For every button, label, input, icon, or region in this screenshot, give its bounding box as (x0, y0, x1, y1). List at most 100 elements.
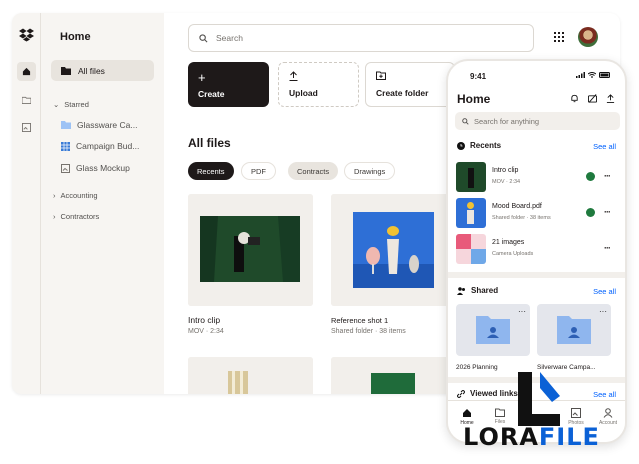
create-button[interactable]: + Create (188, 62, 269, 107)
sidebar-item-glass-mockup[interactable]: Glass Mockup (61, 163, 130, 173)
image-thumbnail (188, 357, 313, 394)
folder-icon (61, 121, 71, 129)
see-all-links-link[interactable]: See all (593, 390, 616, 399)
section-divider (448, 377, 625, 383)
filter-pdf[interactable]: PDF (241, 162, 276, 180)
mobile-search-input[interactable]: Search for anything (455, 112, 620, 130)
upload-label: Upload (289, 88, 318, 98)
shared-folder-name: Silverware Campa... (537, 364, 596, 371)
sidebar-item-glassware[interactable]: Glassware Ca... (61, 120, 137, 130)
account-icon (603, 408, 613, 418)
photos-icon (571, 408, 581, 418)
list-item[interactable]: Mood Board.pdf Shared folder · 38 items … (456, 198, 621, 228)
mobile-header-actions (570, 94, 615, 103)
filter-contracts[interactable]: Contracts (288, 162, 339, 180)
rail-home-icon[interactable] (17, 62, 36, 81)
app-grid-icon[interactable] (554, 32, 564, 42)
chevron-right-icon: › (53, 212, 56, 221)
pdf-thumbnail (456, 198, 486, 228)
synced-check-icon (586, 172, 595, 181)
create-label: Create (198, 89, 225, 99)
sidebar-title: Home (60, 31, 91, 43)
shared-folder-icon: ··· (557, 307, 607, 344)
see-all-recents-link[interactable]: See all (593, 142, 616, 151)
image-thumbnail (331, 194, 456, 306)
section-viewed-links: Viewed links (457, 389, 518, 398)
sidebar-item-campaign[interactable]: Campaign Bud... (61, 141, 139, 151)
image-thumbnail (331, 357, 456, 394)
page-title: All files (188, 136, 231, 150)
svg-text:···: ··· (518, 307, 526, 316)
more-options-icon[interactable]: ··· (604, 171, 611, 181)
file-name[interactable]: Intro clip (188, 315, 220, 325)
avatar[interactable] (578, 27, 598, 47)
file-meta: Shared folder · 38 items (331, 328, 406, 335)
upload-icon[interactable] (606, 94, 615, 103)
sidebar-item-label: Glassware Ca... (77, 120, 138, 130)
chevron-down-icon: ⌄ (53, 100, 60, 109)
search-input[interactable]: Search (188, 24, 534, 52)
section-shared: Shared (457, 286, 498, 295)
people-icon (457, 286, 465, 295)
sidebar-item-label: Campaign Bud... (76, 141, 140, 151)
spreadsheet-icon (61, 141, 70, 151)
file-card-reference-shot[interactable] (331, 194, 456, 306)
shared-folder-icon: ··· (476, 307, 526, 344)
synced-check-icon (586, 208, 595, 217)
svg-text:···: ··· (599, 307, 607, 316)
list-item-meta: MOV · 2:34 (492, 179, 521, 185)
icon-rail (12, 13, 41, 394)
mobile-app-frame: 9:41 Home Search for anything Recents Se… (446, 59, 627, 444)
home-icon (463, 409, 471, 417)
upload-button[interactable]: Upload (278, 62, 359, 107)
file-name[interactable]: Reference shot 1 (331, 316, 388, 325)
file-card-partial[interactable] (188, 357, 313, 394)
shared-folder-card[interactable]: ··· (537, 304, 611, 356)
bell-icon[interactable] (570, 94, 579, 103)
dropbox-logo-icon[interactable] (19, 28, 34, 42)
list-item-name: 21 images (492, 239, 525, 246)
list-item[interactable]: 21 images Camera Uploads ··· (456, 234, 621, 264)
file-card-partial[interactable] (331, 357, 456, 394)
rail-folder-icon[interactable] (17, 90, 36, 109)
upload-icon (289, 71, 298, 81)
section-recents: Recents (457, 141, 501, 150)
sidebar-section-contractors[interactable]: › Contractors (53, 212, 99, 221)
folder-plus-icon (376, 71, 386, 80)
file-card-intro-clip[interactable] (188, 194, 313, 306)
filter-recents[interactable]: Recents (188, 162, 234, 180)
clock-icon (457, 141, 465, 150)
sidebar-section-starred[interactable]: ⌄ Starred (53, 100, 89, 109)
filter-drawings[interactable]: Drawings (344, 162, 396, 180)
list-item-meta: Camera Uploads (492, 251, 534, 257)
watermark-part2: FILE (538, 423, 600, 451)
rail-photos-icon[interactable] (17, 118, 36, 137)
sidebar-item-label: Glass Mockup (76, 163, 130, 173)
camera-off-icon[interactable] (588, 94, 597, 103)
link-icon (457, 389, 465, 398)
list-item-meta: Shared folder · 38 items (492, 215, 551, 221)
more-options-icon[interactable]: ··· (604, 207, 611, 217)
see-all-shared-link[interactable]: See all (593, 287, 616, 296)
section-divider (448, 272, 625, 278)
sidebar-section-accounting[interactable]: › Accounting (53, 191, 98, 200)
mobile-page-title: Home (457, 92, 491, 106)
shared-folder-card[interactable]: ··· (456, 304, 530, 356)
section-label: Viewed links (470, 389, 518, 398)
list-item[interactable]: Intro clip MOV · 2:34 ··· (456, 162, 621, 192)
watermark-part1: LORA (463, 423, 539, 451)
search-placeholder: Search for anything (474, 116, 540, 126)
section-label: Recents (470, 141, 502, 150)
sidebar-item-all-files[interactable]: All files (51, 60, 154, 81)
list-item-name: Mood Board.pdf (492, 203, 542, 210)
shared-folder-name: 2026 Planning (456, 364, 498, 371)
search-icon (199, 33, 208, 42)
more-options-icon[interactable]: ··· (604, 243, 611, 253)
section-label: Accounting (60, 191, 98, 200)
list-item-name: Intro clip (492, 167, 519, 174)
images-thumbnail (456, 234, 486, 264)
create-folder-button[interactable]: Create folder (365, 62, 455, 107)
create-folder-label: Create folder (376, 88, 429, 98)
status-time: 9:41 (470, 72, 487, 81)
plus-icon: + (198, 70, 206, 85)
